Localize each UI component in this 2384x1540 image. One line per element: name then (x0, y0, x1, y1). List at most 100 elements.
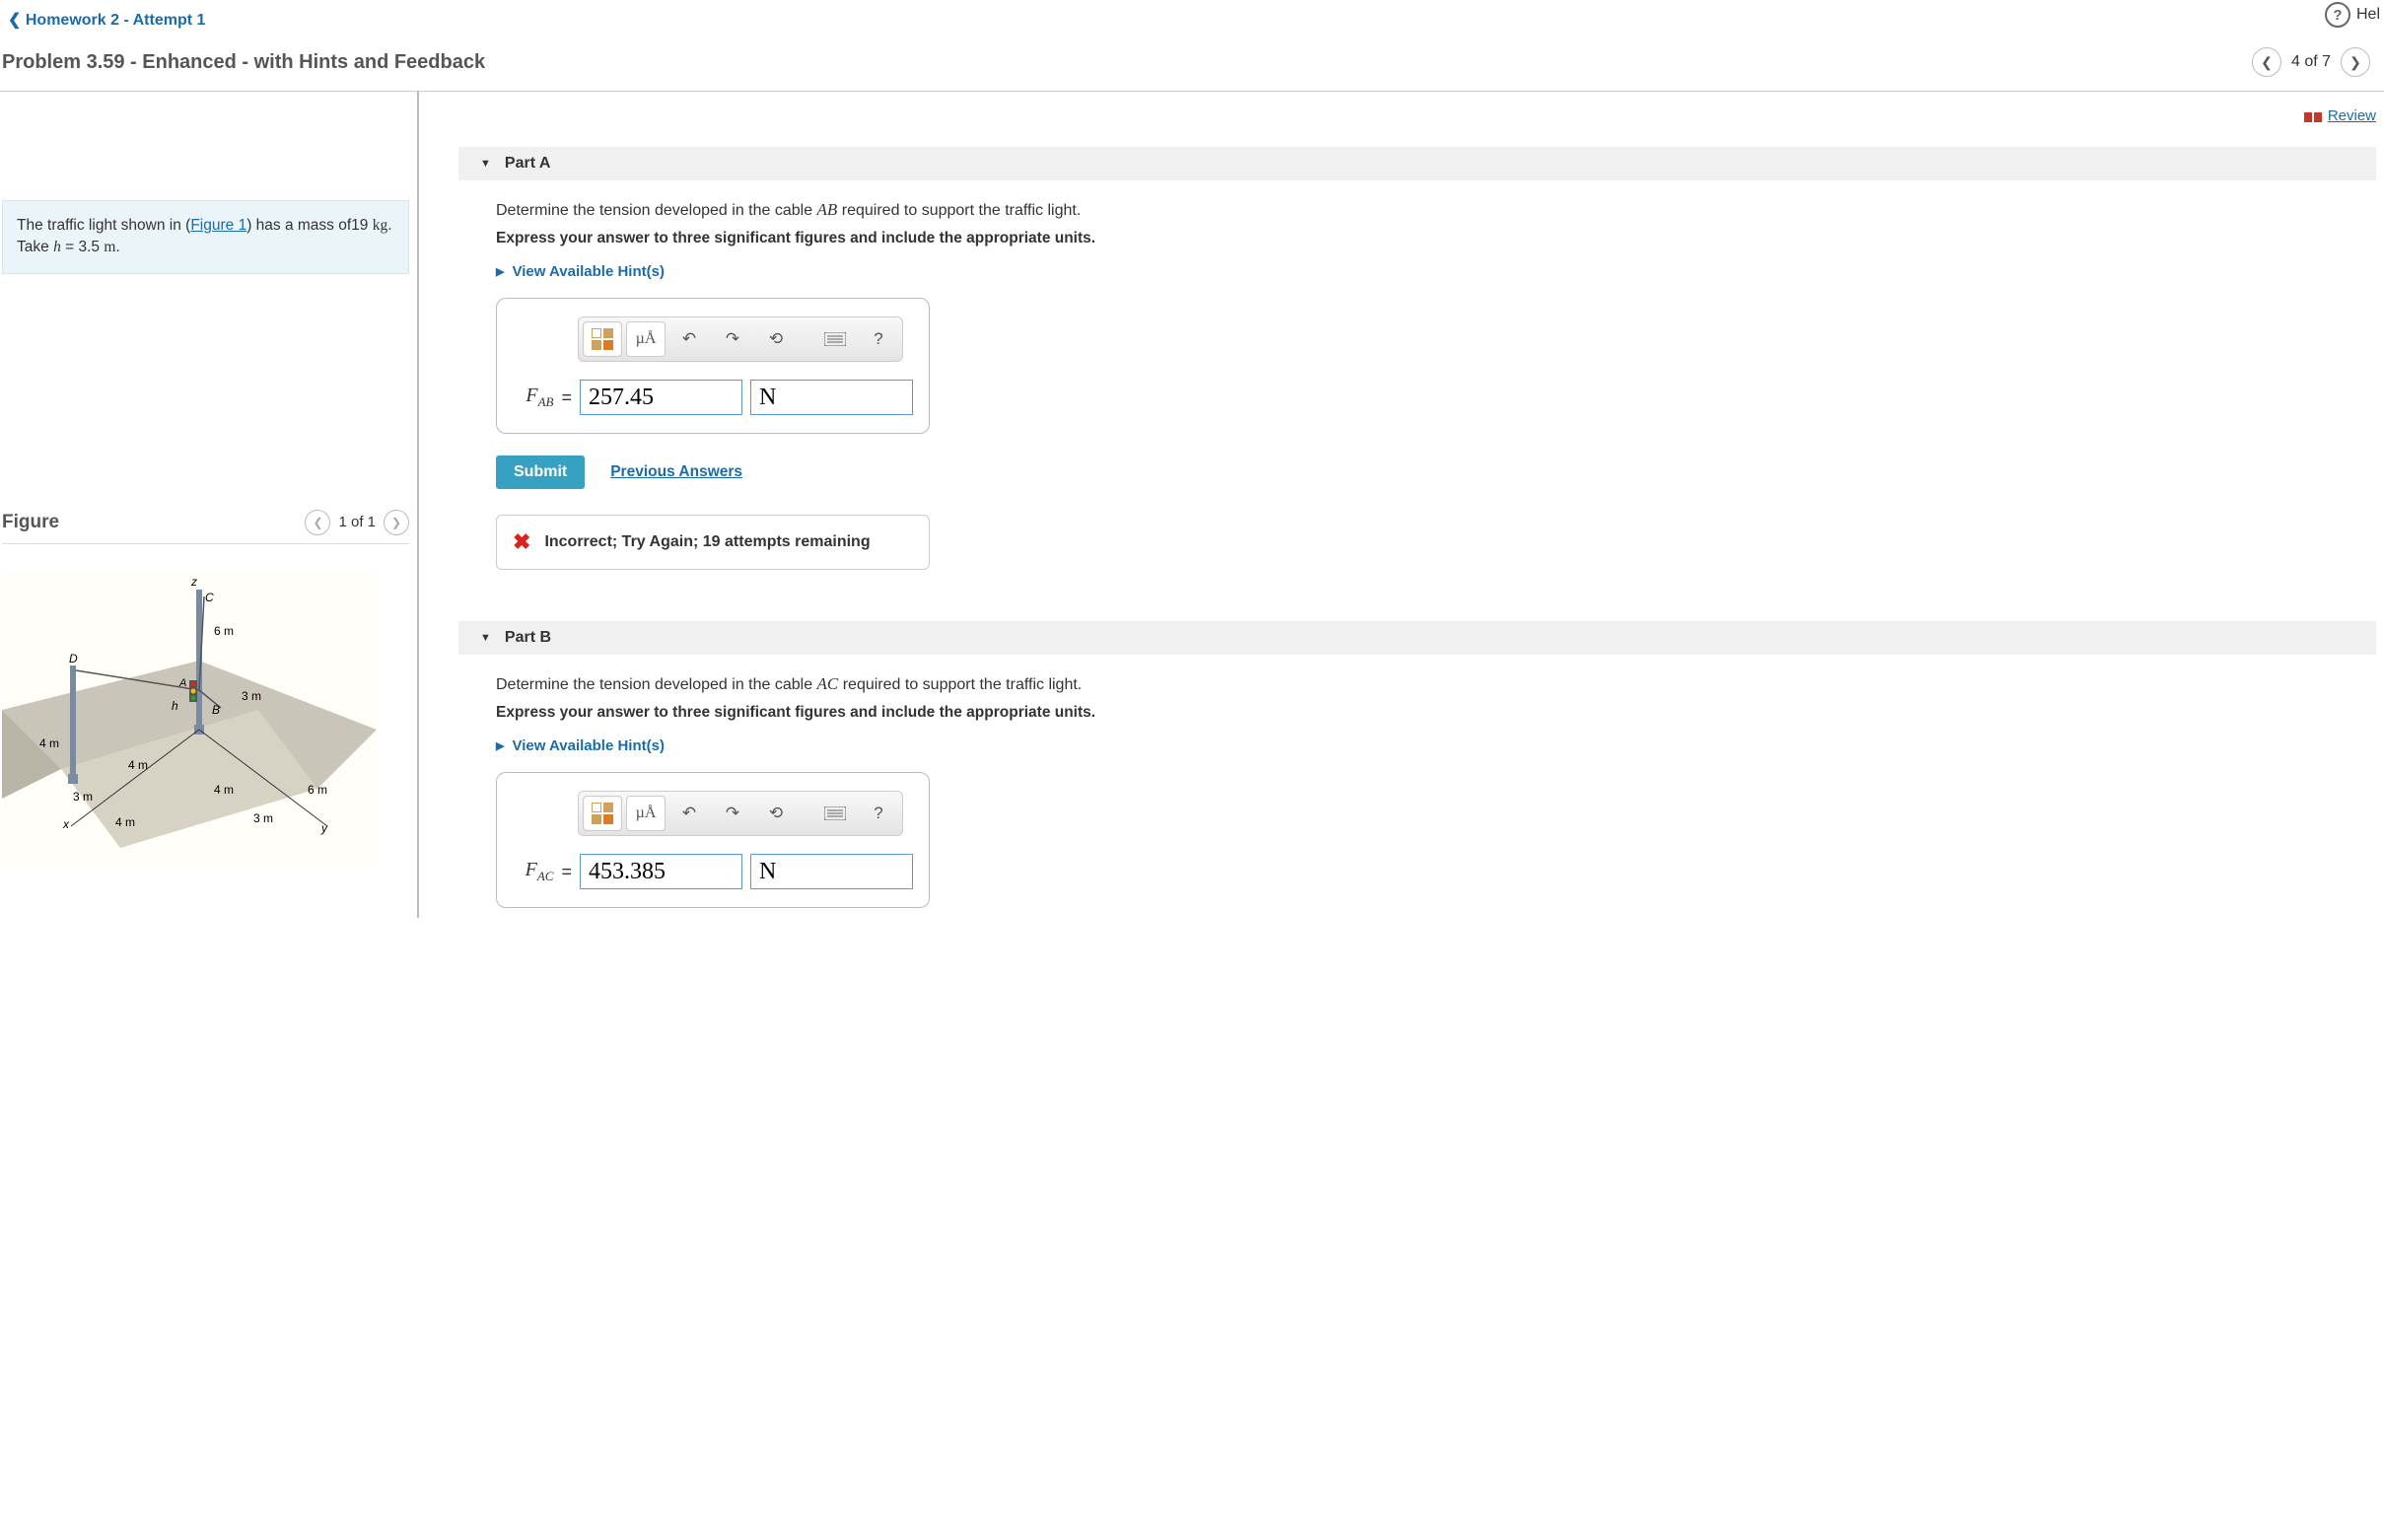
figure-pager-text: 1 of 1 (338, 514, 376, 530)
part-b-value-input[interactable] (580, 854, 742, 889)
problem-text-3: . (115, 239, 119, 255)
review-label: Review (2328, 107, 2376, 124)
part-a-prompt-pre: Determine the tension developed in the c… (496, 202, 817, 219)
part-a-submit-button[interactable]: Submit (496, 455, 585, 489)
part-b-header[interactable]: ▼ Part B (458, 621, 2376, 655)
fig-y: y (320, 821, 328, 835)
fig-6m-top: 6 m (214, 624, 234, 638)
part-a-cable: AB (817, 200, 838, 219)
caret-right-icon: ▶ (496, 265, 504, 278)
part-a-express: Express your answer to three significant… (496, 230, 2376, 247)
toolbar-help-button[interactable]: ? (859, 321, 898, 357)
keyboard-icon (824, 806, 846, 820)
help-label[interactable]: Hel (2356, 6, 2380, 24)
fig-4m-rb2: 4 m (115, 815, 135, 829)
problem-text-pre: The traffic light shown in ( (17, 217, 190, 234)
part-a-var-label: FAB (509, 385, 553, 410)
mass-unit: kg (373, 217, 388, 234)
fig-4m-lb: 4 m (128, 758, 148, 772)
fig-3m-lb: 3 m (73, 790, 93, 804)
units-symbol-button[interactable]: µÅ (626, 321, 666, 357)
template-icon (592, 328, 613, 350)
part-a-input-row: FAB = (509, 380, 913, 415)
fig-C: C (205, 591, 214, 604)
fig-4m-mid: 4 m (214, 783, 234, 797)
fig-h: h (172, 699, 178, 713)
keyboard-button[interactable] (815, 321, 855, 357)
part-b-prompt-post: required to support the traffic light. (838, 676, 1082, 693)
undo-button[interactable]: ↶ (669, 796, 709, 831)
problem-pager: ❮ 4 of 7 ❯ (2252, 47, 2370, 77)
incorrect-icon: ✖ (513, 529, 530, 555)
part-b-input-row: FAC = (509, 854, 913, 889)
part-b-prompt: Determine the tension developed in the c… (496, 674, 2376, 694)
undo-button[interactable]: ↶ (669, 321, 709, 357)
part-a-header[interactable]: ▼ Part A (458, 147, 2376, 180)
part-a-previous-answers-link[interactable]: Previous Answers (610, 463, 742, 481)
caret-down-icon: ▼ (480, 632, 491, 644)
book-icon (2304, 110, 2322, 122)
reset-button[interactable]: ⟲ (756, 321, 796, 357)
equals-sign: = (561, 387, 572, 408)
part-b-toolbar: µÅ ↶ ↷ ⟲ ? (578, 791, 903, 836)
left-column: The traffic light shown in (Figure 1) ha… (0, 92, 419, 918)
help-corner: ? Hel (2321, 0, 2384, 30)
fig-4m-l: 4 m (39, 736, 59, 750)
h-variable: h (53, 239, 61, 255)
part-a-unit-input[interactable] (750, 380, 913, 415)
figure-prev-button[interactable]: ❮ (305, 510, 330, 535)
fig-3m-rb: 3 m (253, 811, 273, 825)
templates-button[interactable] (583, 796, 622, 831)
fig-z: z (190, 575, 197, 589)
reset-button[interactable]: ⟲ (756, 796, 796, 831)
part-b-hints-label: View Available Hint(s) (512, 737, 665, 754)
toolbar-help-button[interactable]: ? (859, 796, 898, 831)
fig-6m-rb: 6 m (308, 783, 327, 797)
part-a-hints-toggle[interactable]: ▶ View Available Hint(s) (496, 263, 2376, 280)
part-a-hints-label: View Available Hint(s) (512, 263, 665, 280)
part-a-feedback-text: Incorrect; Try Again; 19 attempts remain… (544, 533, 870, 551)
breadcrumb: ❮ Homework 2 - Attempt 1 (0, 0, 2384, 39)
redo-button[interactable]: ↷ (713, 796, 752, 831)
main: The traffic light shown in (Figure 1) ha… (0, 92, 2384, 918)
part-b-var-label: FAC (509, 859, 553, 884)
part-a-value-input[interactable] (580, 380, 742, 415)
prev-problem-button[interactable]: ❮ (2252, 47, 2281, 77)
fig-3m-r: 3 m (242, 689, 261, 703)
title-row: Problem 3.59 - Enhanced - with Hints and… (0, 39, 2384, 92)
help-icon[interactable]: ? (2325, 2, 2350, 28)
part-a-toolbar: µÅ ↶ ↷ ⟲ ? (578, 316, 903, 362)
caret-right-icon: ▶ (496, 739, 504, 752)
figure-title: Figure (2, 512, 59, 533)
part-b-answer-box: µÅ ↶ ↷ ⟲ ? FAC = (496, 772, 930, 908)
part-b-hints-toggle[interactable]: ▶ View Available Hint(s) (496, 737, 2376, 754)
keyboard-button[interactable] (815, 796, 855, 831)
templates-button[interactable] (583, 321, 622, 357)
review-link[interactable]: Review (2304, 107, 2376, 124)
part-b-cable: AC (817, 674, 839, 693)
problem-statement: The traffic light shown in (Figure 1) ha… (2, 200, 409, 274)
redo-button[interactable]: ↷ (713, 321, 752, 357)
h-unit: m (104, 239, 115, 255)
part-b-unit-input[interactable] (750, 854, 913, 889)
units-symbol-button[interactable]: µÅ (626, 796, 666, 831)
part-b-prompt-pre: Determine the tension developed in the c… (496, 676, 817, 693)
page-title: Problem 3.59 - Enhanced - with Hints and… (2, 51, 485, 74)
breadcrumb-link[interactable]: ❮ Homework 2 - Attempt 1 (8, 12, 205, 29)
figure-section: Figure ❮ 1 of 1 ❯ (2, 506, 409, 868)
part-a-answer-box: µÅ ↶ ↷ ⟲ ? FAB = (496, 298, 930, 434)
part-b-express: Express your answer to three significant… (496, 704, 2376, 722)
next-problem-button[interactable]: ❯ (2341, 47, 2370, 77)
equals-sign: = (561, 862, 572, 882)
fig-B: B (212, 703, 220, 717)
pager-text: 4 of 7 (2291, 53, 2331, 71)
figure-link[interactable]: Figure 1 (190, 217, 246, 234)
caret-down-icon: ▼ (480, 158, 491, 170)
fig-A: A (178, 677, 186, 689)
keyboard-icon (824, 332, 846, 346)
problem-text-1: ) has a mass of (246, 217, 351, 234)
figure-header: Figure ❮ 1 of 1 ❯ (2, 506, 409, 544)
figure-next-button[interactable]: ❯ (384, 510, 409, 535)
chevron-left-icon: ❮ (8, 12, 21, 29)
part-b-body: Determine the tension developed in the c… (458, 655, 2376, 918)
